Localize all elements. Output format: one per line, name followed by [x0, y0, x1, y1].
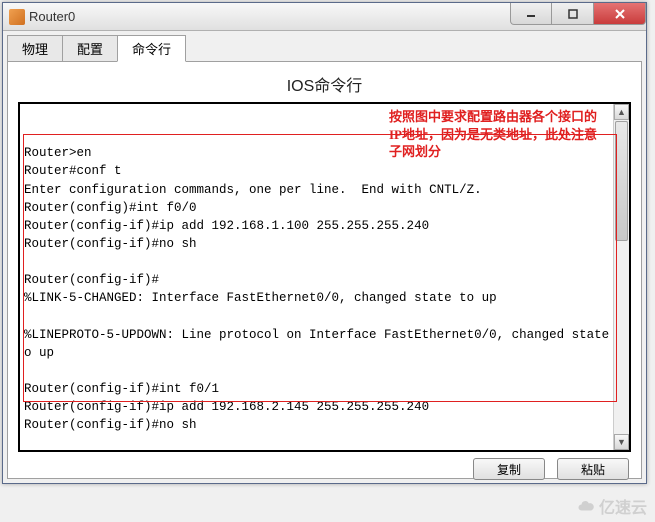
tab-cli[interactable]: 命令行: [117, 35, 186, 62]
app-window: Router0 物理 配置 命令行 IOS命令行 按照图中要求配置路由器各个接口…: [2, 2, 647, 484]
titlebar[interactable]: Router0: [3, 3, 646, 31]
cloud-icon: [577, 497, 595, 515]
minimize-button[interactable]: [510, 3, 552, 25]
tab-physical[interactable]: 物理: [7, 35, 63, 62]
paste-button[interactable]: 粘贴: [557, 458, 629, 480]
tab-bar: 物理 配置 命令行: [3, 31, 646, 62]
close-icon: [615, 9, 625, 19]
window-controls: [510, 3, 646, 25]
watermark: 亿速云: [577, 494, 647, 518]
scroll-up-button[interactable]: ▲: [614, 104, 629, 120]
tab-content: IOS命令行 按照图中要求配置路由器各个接口的IP地址，因为是无类地址，此处注意…: [7, 61, 642, 479]
ios-title: IOS命令行: [18, 70, 631, 102]
tab-config[interactable]: 配置: [62, 35, 118, 62]
scrollbar[interactable]: ▲ ▼: [613, 104, 629, 450]
annotation-text: 按照图中要求配置路由器各个接口的IP地址，因为是无类地址，此处注意子网划分: [389, 108, 599, 161]
scroll-thumb[interactable]: [615, 121, 628, 241]
router-icon: [9, 9, 25, 25]
minimize-icon: [526, 9, 536, 19]
close-button[interactable]: [594, 3, 646, 25]
maximize-icon: [568, 9, 578, 19]
scroll-down-button[interactable]: ▼: [614, 434, 629, 450]
copy-button[interactable]: 复制: [473, 458, 545, 480]
watermark-text: 亿速云: [599, 494, 647, 518]
terminal-container: 按照图中要求配置路由器各个接口的IP地址，因为是无类地址，此处注意子网划分 Ro…: [18, 102, 631, 452]
maximize-button[interactable]: [552, 3, 594, 25]
action-bar: 复制 粘贴: [18, 458, 631, 480]
window-title: Router0: [29, 9, 75, 24]
